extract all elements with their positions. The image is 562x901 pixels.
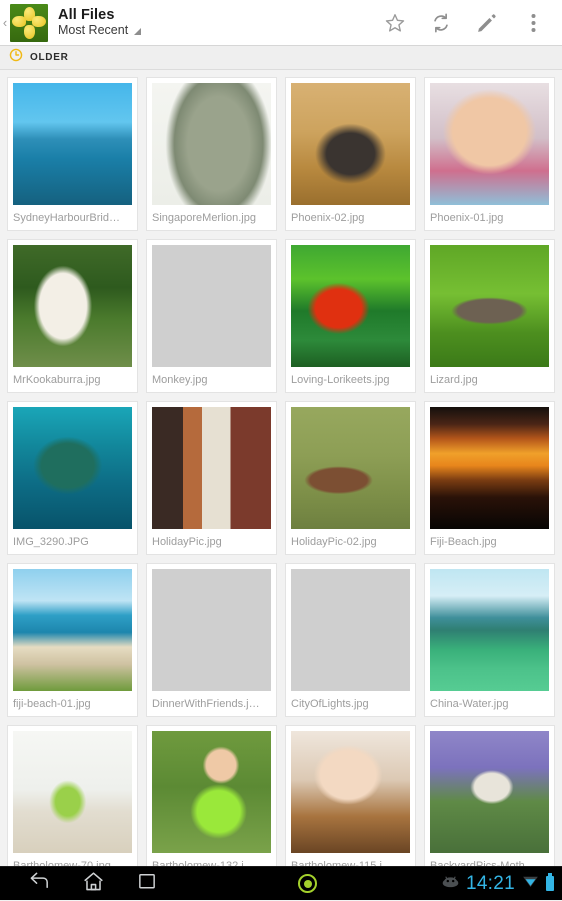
file-tile[interactable]: CityOfLights.jpg xyxy=(285,563,416,717)
refresh-button[interactable] xyxy=(418,0,464,46)
back-arrow-icon xyxy=(28,870,51,898)
status-tray[interactable]: 14:21 xyxy=(442,873,562,895)
file-tile[interactable]: Bartholomew-132.j… xyxy=(146,725,277,879)
file-name-label: IMG_3290.JPG xyxy=(13,536,89,548)
file-tile[interactable]: SydneyHarbourBrid… xyxy=(7,77,138,231)
file-tile[interactable]: Bartholomew-115.j… xyxy=(285,725,416,879)
system-navigation-bar: 14:21 xyxy=(0,866,562,900)
file-thumbnail-img-3290 xyxy=(13,407,132,529)
file-grid: SydneyHarbourBrid… SingaporeMerlion.jpg Ph… xyxy=(0,70,562,879)
file-name-label: Lizard.jpg xyxy=(430,374,478,386)
chevron-down-icon xyxy=(134,28,142,36)
sort-spinner-label: Most Recent xyxy=(58,23,129,38)
section-header-older: OLDER xyxy=(0,46,562,70)
file-thumbnail-fiji-beach xyxy=(430,407,549,529)
file-thumbnail-dinner-with-friends xyxy=(152,569,271,691)
file-tile[interactable]: Monkey.jpg xyxy=(146,239,277,393)
file-thumbnail-backyardpics-moth xyxy=(430,731,549,853)
file-thumbnail-bartholomew-70 xyxy=(13,731,132,853)
file-name-label: SydneyHarbourBrid… xyxy=(13,212,120,224)
recents-icon xyxy=(136,870,158,897)
clock-icon xyxy=(9,48,23,67)
file-tile[interactable]: HolidayPic-02.jpg xyxy=(285,401,416,555)
edit-icon xyxy=(476,12,498,34)
file-tile[interactable]: DinnerWithFriends.j… xyxy=(146,563,277,717)
file-thumbnail-china-water xyxy=(430,569,549,691)
file-thumbnail-fiji-beach-01 xyxy=(13,569,132,691)
favorite-button[interactable] xyxy=(372,0,418,46)
file-thumbnail-loving-lorikeets xyxy=(291,245,410,367)
file-thumbnail-lizard xyxy=(430,245,549,367)
android-icon xyxy=(442,875,459,893)
sort-spinner[interactable]: Most Recent xyxy=(58,23,372,38)
battery-icon xyxy=(546,873,554,891)
file-tile[interactable]: SingaporeMerlion.jpg xyxy=(146,77,277,231)
file-name-label: HolidayPic.jpg xyxy=(152,536,222,548)
file-tile[interactable]: MrKookaburra.jpg xyxy=(7,239,138,393)
file-tile[interactable]: China-Water.jpg xyxy=(424,563,555,717)
clover-petal-bottom xyxy=(23,24,35,39)
file-name-label: Loving-Lorikeets.jpg xyxy=(291,374,390,386)
file-thumbnail-holiday-pic-02 xyxy=(291,407,410,529)
up-caret-icon[interactable]: ‹ xyxy=(0,0,10,46)
file-thumbnail-singapore-merlion xyxy=(152,83,271,205)
file-name-label: Phoenix-02.jpg xyxy=(291,212,365,224)
file-tile[interactable]: HolidayPic.jpg xyxy=(146,401,277,555)
file-name-label: Fiji-Beach.jpg xyxy=(430,536,497,548)
overflow-menu-button[interactable] xyxy=(510,0,556,46)
screen-record-icon[interactable] xyxy=(298,874,318,893)
home-button[interactable] xyxy=(66,867,120,901)
page-title: All Files xyxy=(58,6,115,23)
file-thumbnail-city-of-lights xyxy=(291,569,410,691)
edit-button[interactable] xyxy=(464,0,510,46)
file-name-label: China-Water.jpg xyxy=(430,698,509,710)
wifi-icon xyxy=(522,874,539,893)
clover-petal-left xyxy=(12,15,26,27)
file-thumbnail-sydney-harbour-bridge xyxy=(13,83,132,205)
clover-petal-right xyxy=(32,15,46,27)
file-thumbnail-bartholomew-115 xyxy=(291,731,410,853)
file-thumbnail-bartholomew-132 xyxy=(152,731,271,853)
file-name-label: CityOfLights.jpg xyxy=(291,698,369,710)
file-name-label: MrKookaburra.jpg xyxy=(13,374,101,386)
file-thumbnail-monkey xyxy=(152,245,271,367)
home-icon xyxy=(82,870,105,898)
clover-logo-icon[interactable] xyxy=(10,3,48,42)
file-name-label: HolidayPic-02.jpg xyxy=(291,536,377,548)
file-tile[interactable]: IMG_3290.JPG xyxy=(7,401,138,555)
status-clock: 14:21 xyxy=(465,872,515,894)
star-icon xyxy=(384,12,406,34)
file-name-label: Monkey.jpg xyxy=(152,374,208,386)
file-thumbnail-phoenix-02 xyxy=(291,83,410,205)
action-bar: ‹ All Files Most Recent xyxy=(0,0,562,46)
file-tile[interactable]: Phoenix-01.jpg xyxy=(424,77,555,231)
back-button[interactable] xyxy=(12,867,66,901)
refresh-icon xyxy=(430,12,452,34)
section-header-label: OLDER xyxy=(30,52,69,63)
file-thumbnail-phoenix-01 xyxy=(430,83,549,205)
file-thumbnail-holiday-pic xyxy=(152,407,271,529)
file-tile[interactable]: Loving-Lorikeets.jpg xyxy=(285,239,416,393)
file-name-label: DinnerWithFriends.j… xyxy=(152,698,260,710)
file-tile[interactable]: Lizard.jpg xyxy=(424,239,555,393)
file-thumbnail-mr-kookaburra xyxy=(13,245,132,367)
file-name-label: Phoenix-01.jpg xyxy=(430,212,504,224)
file-tile[interactable]: Fiji-Beach.jpg xyxy=(424,401,555,555)
file-tile[interactable]: BackyardPics-Moth… xyxy=(424,725,555,879)
file-name-label: SingaporeMerlion.jpg xyxy=(152,212,256,224)
file-tile[interactable]: Phoenix-02.jpg xyxy=(285,77,416,231)
title-block[interactable]: All Files Most Recent xyxy=(58,6,372,38)
recents-button[interactable] xyxy=(120,867,174,901)
file-tile[interactable]: Bartholomew-70.jpg xyxy=(7,725,138,879)
file-name-label: fiji-beach-01.jpg xyxy=(13,698,91,710)
file-tile[interactable]: fiji-beach-01.jpg xyxy=(7,563,138,717)
overflow-icon xyxy=(531,13,536,33)
screen-record-dot xyxy=(303,879,312,888)
